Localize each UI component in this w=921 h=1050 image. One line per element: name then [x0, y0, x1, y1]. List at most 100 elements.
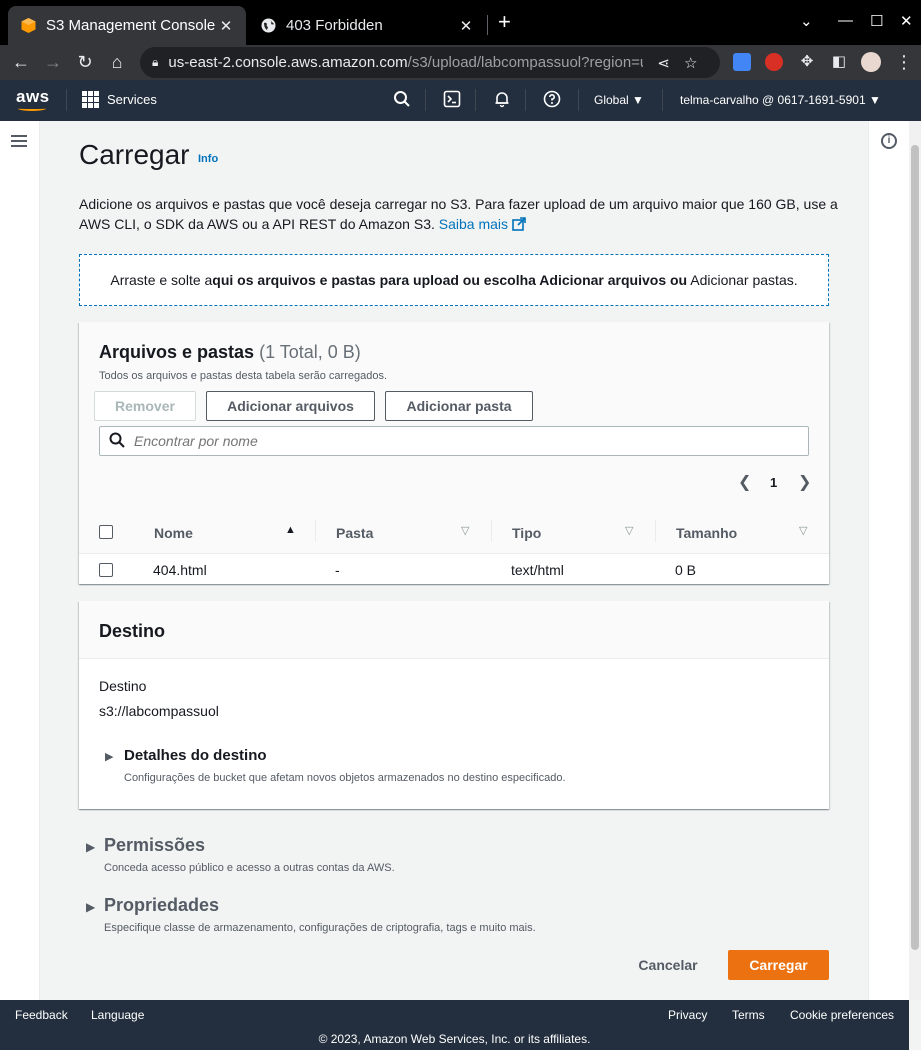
files-panel-header: Arquivos e pastas (1 Total, 0 B) Todos o… [79, 322, 829, 510]
destination-header: Destino [79, 601, 829, 659]
cloudshell-icon[interactable] [442, 90, 462, 110]
privacy-link[interactable]: Privacy [668, 1008, 707, 1022]
back-arrow-icon[interactable]: ← [10, 51, 32, 73]
new-tab-icon[interactable]: + [498, 11, 511, 33]
select-all-checkbox[interactable] [99, 525, 113, 539]
feedback-link[interactable]: Feedback [15, 1008, 68, 1022]
minimize-icon[interactable]: — [838, 12, 853, 29]
window-close-icon[interactable]: ✕ [900, 12, 913, 30]
previous-page-icon[interactable]: ❮ [738, 472, 751, 492]
divider [578, 89, 579, 111]
expand-caret-icon[interactable]: ▶ [86, 840, 95, 854]
home-icon[interactable]: ⌂ [106, 51, 128, 73]
scrollbar-thumb[interactable] [911, 145, 919, 950]
language-link[interactable]: Language [91, 1008, 144, 1022]
notifications-bell-icon[interactable] [492, 90, 512, 110]
search-icon [109, 432, 125, 453]
permissions-toggle[interactable]: Permissões [104, 835, 205, 856]
sort-icon[interactable]: ▽ [461, 524, 469, 537]
destination-details-toggle[interactable]: Detalhes do destino [124, 747, 267, 764]
destination-link[interactable]: s3://labcompassuol [99, 703, 219, 719]
adblock-extension-icon[interactable] [765, 53, 783, 71]
profile-avatar[interactable] [861, 52, 881, 72]
aws-logo[interactable]: aws [16, 87, 50, 111]
cookie-preferences-link[interactable]: Cookie preferences [790, 1008, 894, 1022]
page-title: Carregar [79, 139, 190, 170]
page-scrollbar[interactable] [909, 121, 921, 1000]
upload-button[interactable]: Carregar [728, 950, 829, 980]
caret-down-icon: ▼ [868, 93, 881, 107]
add-folder-button[interactable]: Adicionar pasta [385, 391, 533, 421]
search-input[interactable] [134, 431, 794, 451]
properties-toggle[interactable]: Propriedades [104, 895, 219, 916]
sort-icon[interactable]: ▽ [799, 524, 807, 537]
menu-hamburger-icon[interactable] [11, 135, 27, 147]
left-nav-rail [0, 121, 40, 1000]
help-icon[interactable] [542, 90, 562, 110]
address-bar[interactable]: 🔒︎ us-east-2.console.aws.amazon.com/s3/u… [140, 47, 720, 78]
terms-link[interactable]: Terms [732, 1008, 765, 1022]
forward-arrow-icon[interactable]: → [42, 51, 64, 73]
destination-label: Destino [99, 678, 147, 694]
console-footer: Feedback Language Privacy Terms Cookie p… [0, 1000, 909, 1050]
tab-s3-console[interactable]: S3 Management Console ✕ [8, 6, 246, 45]
column-header-folder[interactable]: Pasta [336, 525, 373, 541]
tab-403-forbidden[interactable]: 403 Forbidden ✕ [248, 6, 486, 45]
reload-icon[interactable]: ↻ [74, 51, 96, 73]
next-page-icon[interactable]: ❯ [798, 472, 811, 492]
column-header-name[interactable]: Nome [154, 525, 193, 541]
share-icon[interactable]: ⋖ [657, 54, 670, 72]
learn-more-link[interactable]: Saiba mais [439, 216, 526, 232]
tab-close-icon[interactable]: ✕ [218, 17, 234, 35]
expand-caret-icon[interactable]: ▶ [105, 750, 113, 763]
permissions-description: Conceda acesso público e acesso a outras… [104, 862, 395, 874]
cancel-button[interactable]: Cancelar [625, 950, 711, 980]
grid-icon [82, 91, 99, 108]
properties-description: Especifique classe de armazenamento, con… [104, 922, 536, 934]
add-files-button[interactable]: Adicionar arquivos [206, 391, 375, 421]
remove-button[interactable]: Remover [94, 391, 196, 421]
browser-menu-icon[interactable]: ⋮ [893, 51, 915, 73]
bookmark-star-icon[interactable]: ☆ [684, 54, 697, 72]
info-link[interactable]: Info [198, 153, 218, 165]
side-panel-icon[interactable]: ◧ [828, 51, 850, 73]
services-label: Services [107, 92, 157, 107]
destination-title: Destino [99, 621, 166, 641]
divider [662, 89, 663, 111]
globe-icon [260, 17, 277, 34]
tab-title: 403 Forbidden [286, 17, 383, 34]
column-header-type[interactable]: Tipo [512, 525, 541, 541]
page-number[interactable]: 1 [770, 475, 777, 490]
column-divider [655, 520, 656, 542]
files-folders-panel: Arquivos e pastas (1 Total, 0 B) Todos o… [79, 322, 829, 584]
translate-extension-icon[interactable] [733, 53, 751, 71]
url-text: us-east-2.console.aws.amazon.com/s3/uplo… [168, 54, 643, 71]
tab-close-icon[interactable]: ✕ [458, 17, 474, 35]
drop-zone[interactable]: Arraste e solte aqui os arquivos e pasta… [79, 254, 829, 306]
expand-caret-icon[interactable]: ▶ [86, 900, 95, 914]
cell-name: 404.html [153, 562, 207, 578]
files-panel-subtitle: Todos os arquivos e pastas desta tabela … [99, 370, 388, 382]
maximize-icon[interactable]: ☐ [870, 12, 883, 30]
extensions-puzzle-icon[interactable]: ✥ [796, 51, 818, 73]
services-menu-button[interactable]: Services [82, 91, 157, 108]
cell-type: text/html [511, 562, 564, 578]
sort-ascending-icon[interactable]: ▲ [285, 524, 296, 536]
account-menu[interactable]: telma-carvalho @ 0617-1691-5901 ▼ [680, 93, 881, 107]
browser-tab-bar: S3 Management Console ✕ 403 Forbidden ✕ … [0, 0, 921, 45]
row-checkbox[interactable] [99, 563, 113, 577]
region-selector[interactable]: Global ▼ [594, 93, 644, 107]
copyright-text: © 2023, Amazon Web Services, Inc. or its… [318, 1032, 591, 1046]
divider [475, 89, 476, 111]
aws-smile-icon [18, 106, 46, 111]
lock-icon: 🔒︎ [152, 55, 159, 69]
tab-search-chevron-icon[interactable]: ⌄ [800, 12, 813, 30]
column-header-size[interactable]: Tamanho [676, 525, 737, 541]
column-divider [315, 520, 316, 542]
sort-icon[interactable]: ▽ [625, 524, 633, 537]
divider [525, 89, 526, 111]
search-icon[interactable] [392, 90, 412, 110]
search-field[interactable] [99, 426, 809, 456]
info-panel-icon[interactable]: i [881, 133, 897, 149]
destination-details-description: Configurações de bucket que afetam novos… [124, 772, 566, 784]
